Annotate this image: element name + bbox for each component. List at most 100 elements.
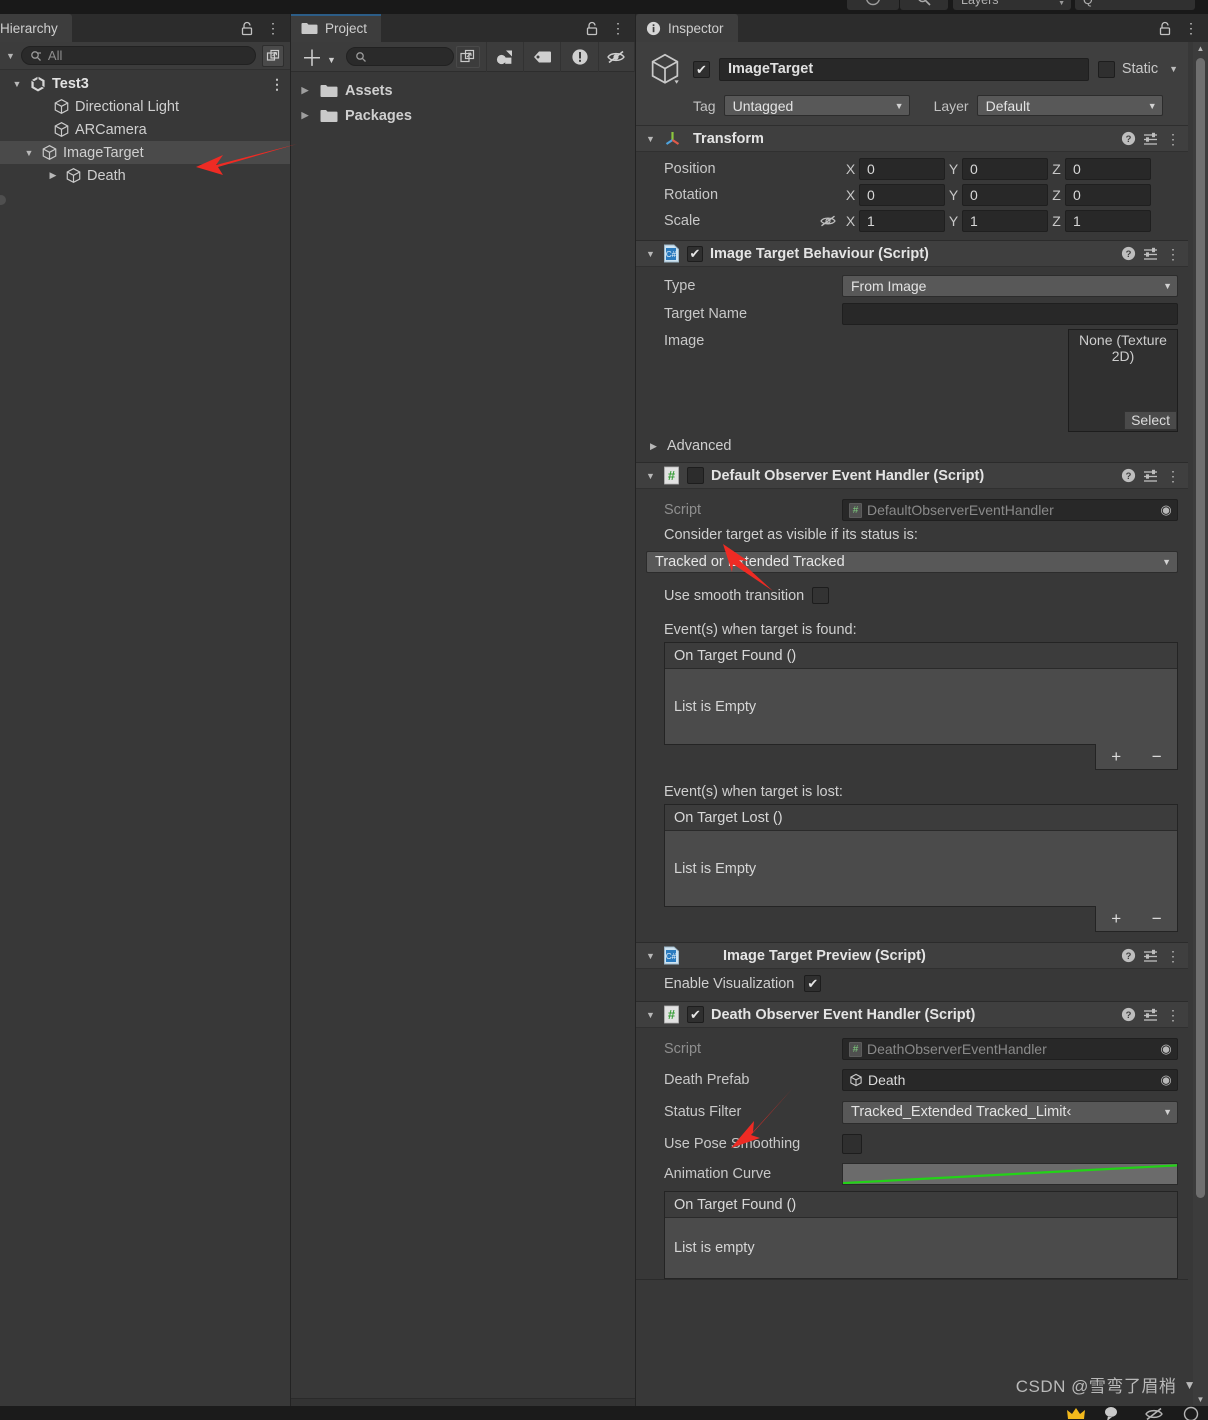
default-observer-enabled-checkbox[interactable] (687, 467, 704, 484)
lock-icon[interactable] (240, 21, 254, 36)
chevron-down-icon[interactable]: ▼ (22, 148, 36, 158)
rotation-x-input[interactable]: 0 (859, 184, 945, 206)
help-icon[interactable]: ? (1121, 468, 1136, 483)
image-object-field[interactable]: None (Texture 2D) Select (1068, 329, 1178, 432)
chat-icon[interactable] (1104, 1406, 1126, 1420)
project-row-assets[interactable]: ▶ Assets (291, 78, 635, 103)
project-filter-type-button[interactable] (485, 41, 523, 72)
scroll-up-arrow-icon[interactable]: ▲ (1193, 42, 1208, 55)
hierarchy-row-death[interactable]: ▶ Death (0, 164, 290, 187)
transform-menu-icon[interactable]: ⋮ (1166, 132, 1180, 146)
found-event-add-remove[interactable]: + − (1095, 744, 1178, 770)
hierarchy-menu-icon[interactable]: ⋮ (266, 21, 280, 35)
tab-project[interactable]: Project (291, 14, 382, 42)
project-search-input[interactable] (345, 47, 455, 66)
tab-inspector[interactable]: Inspector (636, 14, 738, 42)
inspector-scrollbar[interactable]: ▲ ▼ (1193, 42, 1208, 1406)
help-icon[interactable]: ? (1121, 131, 1136, 146)
eye-off-icon[interactable] (1144, 1406, 1164, 1420)
hierarchy-row-directional-light[interactable]: ▶ Directional Light (0, 95, 290, 118)
chevron-down-icon[interactable]: ▼ (646, 951, 656, 961)
type-dropdown[interactable]: From Image ▼ (842, 274, 1178, 297)
death-observer-enabled-checkbox[interactable] (687, 1006, 704, 1023)
position-x-input[interactable]: 0 (859, 158, 945, 180)
chevron-down-icon[interactable]: ▼ (646, 471, 656, 481)
project-warning-filter-button[interactable] (560, 41, 597, 72)
layer-dropdown[interactable]: Default ▼ (976, 95, 1163, 116)
chevron-down-icon[interactable]: ▼ (1169, 64, 1178, 74)
scale-y-input[interactable]: 1 (962, 210, 1048, 232)
crown-icon[interactable] (1066, 1406, 1086, 1420)
project-filter-label-button[interactable] (523, 41, 560, 72)
status-filter-dropdown[interactable]: Tracked_Extended Tracked_Limit‹ ▼ (842, 1100, 1178, 1124)
project-row-packages[interactable]: ▶ Packages (291, 103, 635, 128)
hierarchy-search-input[interactable]: All (20, 46, 256, 65)
death-observer-menu-icon[interactable]: ⋮ (1166, 1008, 1180, 1022)
image-select-button[interactable]: Select (1124, 411, 1177, 430)
enable-visualization-checkbox[interactable] (804, 975, 822, 992)
hierarchy-row-test3[interactable]: ▼ Test3 ⋮ (0, 72, 290, 95)
project-create-button[interactable]: ＋ ▼ (291, 41, 346, 73)
toolbar-search-field[interactable]: Q (1075, 0, 1195, 10)
remove-button[interactable]: − (1152, 909, 1162, 929)
circle-icon[interactable] (1182, 1406, 1200, 1420)
object-picker-icon[interactable]: ◉ (1155, 1070, 1177, 1090)
help-icon[interactable]: ? (1121, 948, 1136, 963)
position-y-input[interactable]: 0 (962, 158, 1048, 180)
object-picker-icon[interactable]: ◉ (1155, 1039, 1177, 1059)
image-target-behaviour-enabled-checkbox[interactable] (687, 245, 703, 262)
preset-icon[interactable] (1143, 948, 1159, 963)
constrain-proportions-off-icon[interactable] (814, 214, 842, 228)
scroll-down-arrow-icon[interactable]: ▼ (1193, 1393, 1208, 1406)
image-target-preview-header[interactable]: ▼ C# Image Target Preview (Script) ? ⋮ (636, 943, 1188, 969)
animation-curve-field[interactable] (842, 1163, 1178, 1185)
chevron-right-icon[interactable]: ▶ (46, 170, 60, 181)
tag-dropdown[interactable]: Untagged ▼ (723, 95, 910, 116)
image-target-behaviour-header[interactable]: ▼ C# Image Target Behaviour (Script) ? (636, 241, 1188, 267)
static-checkbox[interactable] (1097, 60, 1115, 78)
scale-x-input[interactable]: 1 (859, 210, 945, 232)
hierarchy-row-imagetarget[interactable]: ▼ ImageTarget (0, 141, 290, 164)
chevron-down-icon[interactable]: ▼ (10, 79, 24, 89)
default-observer-menu-icon[interactable]: ⋮ (1166, 469, 1180, 483)
pose-smoothing-checkbox[interactable] (842, 1133, 862, 1154)
image-target-preview-menu-icon[interactable]: ⋮ (1166, 949, 1180, 963)
project-search-scope-button[interactable] (456, 45, 480, 68)
add-button[interactable]: + (1111, 909, 1121, 929)
rotation-y-input[interactable]: 0 (962, 184, 1048, 206)
preset-icon[interactable] (1143, 131, 1159, 146)
death-observer-header[interactable]: ▼ # Death Observer Event Handler (Script… (636, 1002, 1188, 1028)
toolbar-account-button[interactable] (847, 0, 899, 10)
chevron-down-icon[interactable]: ▼ (646, 249, 656, 259)
hierarchy-create-caret-icon[interactable]: ▼ (6, 51, 15, 61)
rotation-z-input[interactable]: 0 (1065, 184, 1151, 206)
death-prefab-object-field[interactable]: Death ◉ (842, 1069, 1178, 1091)
lock-icon[interactable] (1158, 21, 1172, 36)
hierarchy-scroll-nub[interactable] (0, 195, 6, 205)
tab-hierarchy[interactable]: Hierarchy (0, 14, 72, 42)
lock-icon[interactable] (585, 21, 599, 36)
chevron-right-icon[interactable]: ▶ (297, 110, 313, 121)
lost-event-add-remove[interactable]: + − (1095, 906, 1178, 932)
default-observer-header[interactable]: ▼ # Default Observer Event Handler (Scri… (636, 463, 1188, 489)
advanced-foldout[interactable]: ▶ Advanced (646, 432, 1178, 456)
project-menu-icon[interactable]: ⋮ (611, 21, 625, 35)
toolbar-layers-dropdown[interactable]: Layers ▼ (953, 0, 1071, 10)
chevron-down-icon[interactable]: ▼ (646, 134, 656, 144)
hierarchy-scene-visibility-button[interactable] (262, 44, 284, 67)
status-dropdown[interactable]: Tracked or Extended Tracked ▼ (646, 551, 1178, 573)
smooth-transition-checkbox[interactable] (812, 587, 830, 604)
target-name-input[interactable] (842, 303, 1178, 325)
inspector-scrollbar-thumb[interactable] (1196, 58, 1205, 1198)
add-button[interactable]: + (1111, 747, 1121, 767)
transform-header[interactable]: ▼ Transform ? ⋮ (636, 126, 1188, 152)
image-target-behaviour-menu-icon[interactable]: ⋮ (1166, 247, 1180, 261)
gameobject-enabled-checkbox[interactable] (693, 60, 710, 78)
position-z-input[interactable]: 0 (1065, 158, 1151, 180)
scale-z-input[interactable]: 1 (1065, 210, 1151, 232)
gameobject-name-input[interactable]: ImageTarget (719, 57, 1089, 81)
hierarchy-row-menu-icon[interactable]: ⋮ (270, 77, 284, 91)
object-picker-icon[interactable]: ◉ (1155, 500, 1177, 520)
project-hidden-filter-button[interactable] (597, 41, 635, 72)
hierarchy-row-arcamera[interactable]: ▶ ARCamera (0, 118, 290, 141)
